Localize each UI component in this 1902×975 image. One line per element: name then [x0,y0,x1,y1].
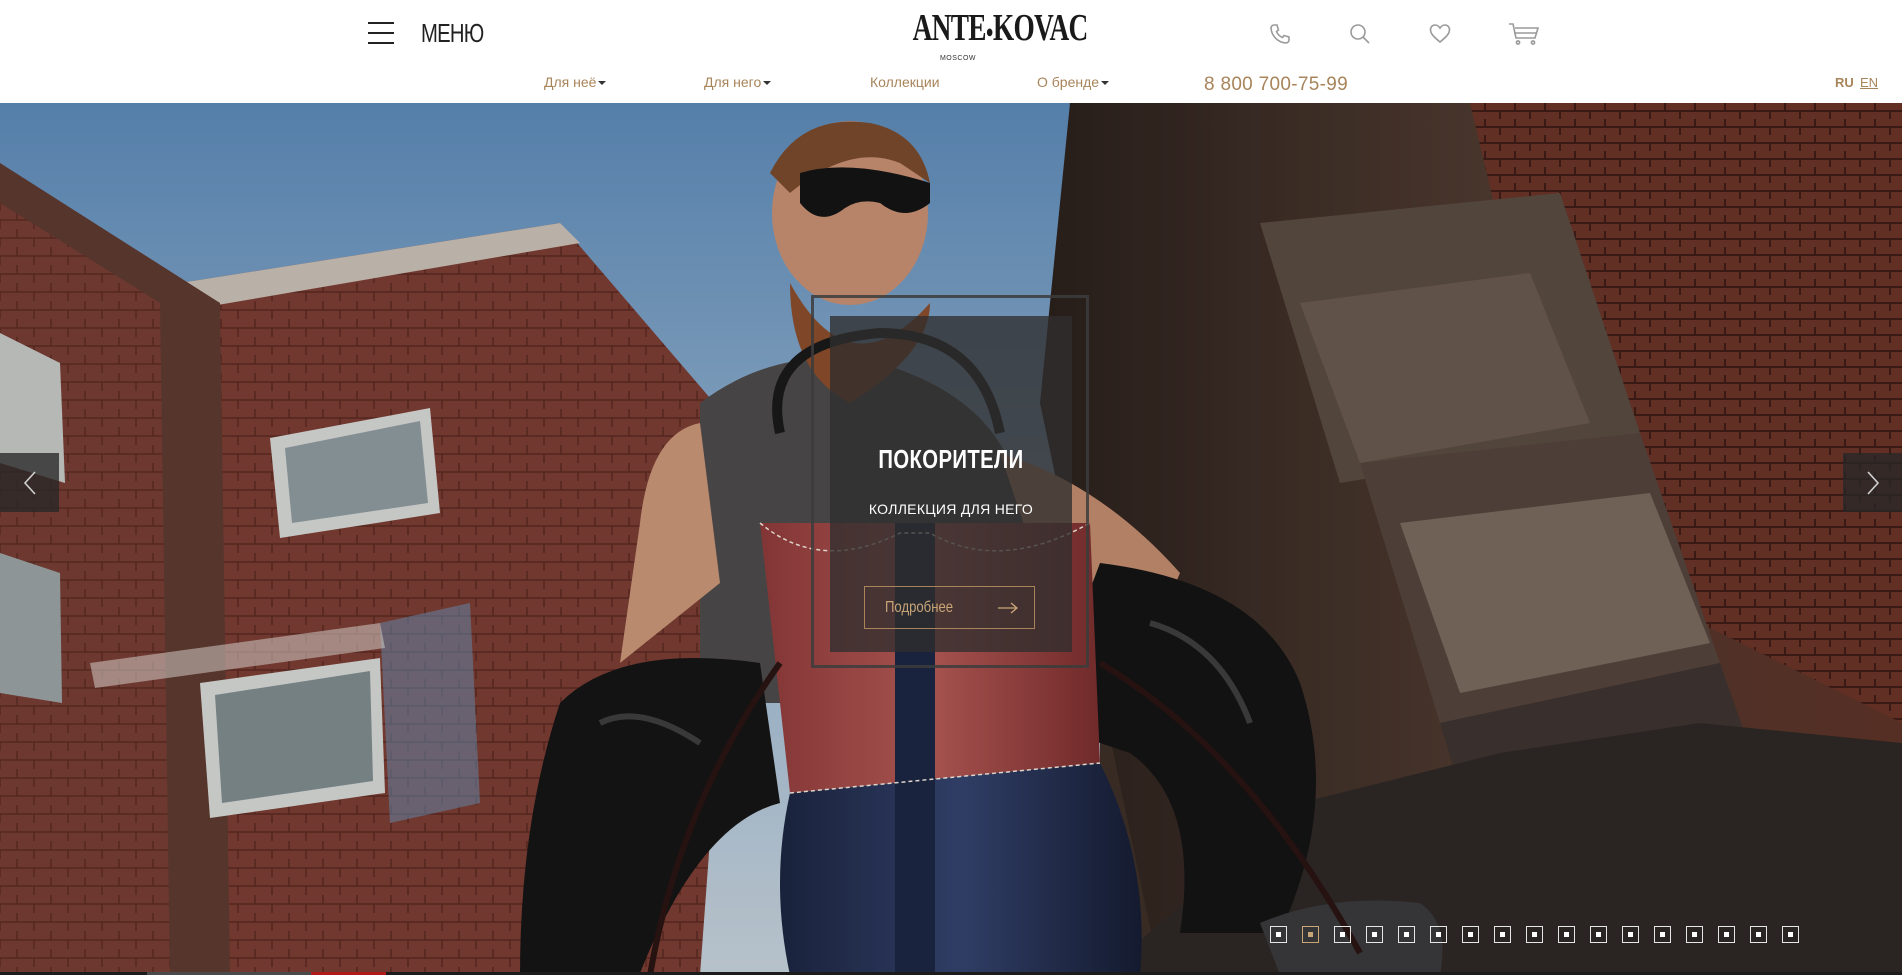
menu-label: МЕНЮ [421,17,484,48]
chevron-right-icon [1866,470,1879,495]
promo-subtitle: КОЛЛЕКЦИЯ ДЛЯ НЕГО [868,501,1034,517]
nav-item-label: Для него [704,74,762,90]
slider-dot[interactable] [1302,926,1319,943]
slider-dot[interactable] [1526,926,1543,943]
hamburger-icon[interactable] [368,22,394,44]
chevron-left-icon [23,470,36,495]
heart-icon[interactable] [1428,20,1508,48]
slider-dot[interactable] [1558,926,1575,943]
nav-item-label: Коллекции [870,74,940,90]
slider-dot[interactable] [1334,926,1351,943]
nav-item-label: Для неё [544,74,597,90]
arrow-right-icon [998,602,1019,613]
slider-dot[interactable] [1270,926,1287,943]
slider-pagination [1270,926,1814,943]
more-details-button[interactable]: Подробнее [864,586,1035,629]
lang-ru: RU [1835,75,1854,90]
site-header: МЕНЮ ANTE●KOVAC MOSCOW Для неё Для него … [0,0,1902,103]
slider-dot[interactable] [1782,926,1799,943]
phone-icon[interactable] [1268,20,1348,48]
menu-button[interactable]: МЕНЮ [368,18,501,48]
brand-logo[interactable]: ANTE●KOVAC MOSCOW [895,7,1089,63]
slider-next-button[interactable] [1843,453,1902,512]
slider-dot[interactable] [1430,926,1447,943]
main-nav: Для неё Для него Коллекции О бренде [0,74,1902,96]
slider-dot[interactable] [1366,926,1383,943]
cart-icon[interactable] [1508,20,1588,48]
slider-dot[interactable] [1494,926,1511,943]
nav-item-for-her[interactable]: Для неё [544,74,607,90]
caret-down-icon [763,81,772,86]
slider-prev-button[interactable] [0,453,59,512]
caret-down-icon [1101,81,1110,86]
nav-item-label: О бренде [1037,74,1100,90]
slider-dot[interactable] [1398,926,1415,943]
nav-item-about-brand[interactable]: О бренде [1037,74,1110,90]
caret-down-icon [598,81,607,86]
more-details-label: Подробнее [885,598,954,616]
slider-dot[interactable] [1718,926,1735,943]
phone-number-link[interactable]: 8 800 700-75-99 [1204,74,1348,96]
slider-dot[interactable] [1750,926,1767,943]
header-icons [1268,20,1588,48]
search-icon[interactable] [1348,20,1428,48]
hero-slider: ПОКОРИТЕЛИ КОЛЛЕКЦИЯ ДЛЯ НЕГО Подробнее [0,103,1902,975]
logo-text-right: KOVAC [992,7,1088,49]
logo-text-left: ANTE [912,7,987,49]
slider-dot[interactable] [1462,926,1479,943]
lang-en-link[interactable]: EN [1860,75,1878,90]
nav-item-for-him[interactable]: Для него [704,74,772,90]
nav-item-collections[interactable]: Коллекции [870,74,940,90]
promo-card: ПОКОРИТЕЛИ КОЛЛЕКЦИЯ ДЛЯ НЕГО Подробнее [830,316,1072,652]
slider-dot[interactable] [1654,926,1671,943]
promo-title: ПОКОРИТЕЛИ [878,444,1024,474]
slider-dot[interactable] [1622,926,1639,943]
logo-subtitle: MOSCOW [939,55,977,63]
slider-dot[interactable] [1686,926,1703,943]
slider-dot[interactable] [1590,926,1607,943]
